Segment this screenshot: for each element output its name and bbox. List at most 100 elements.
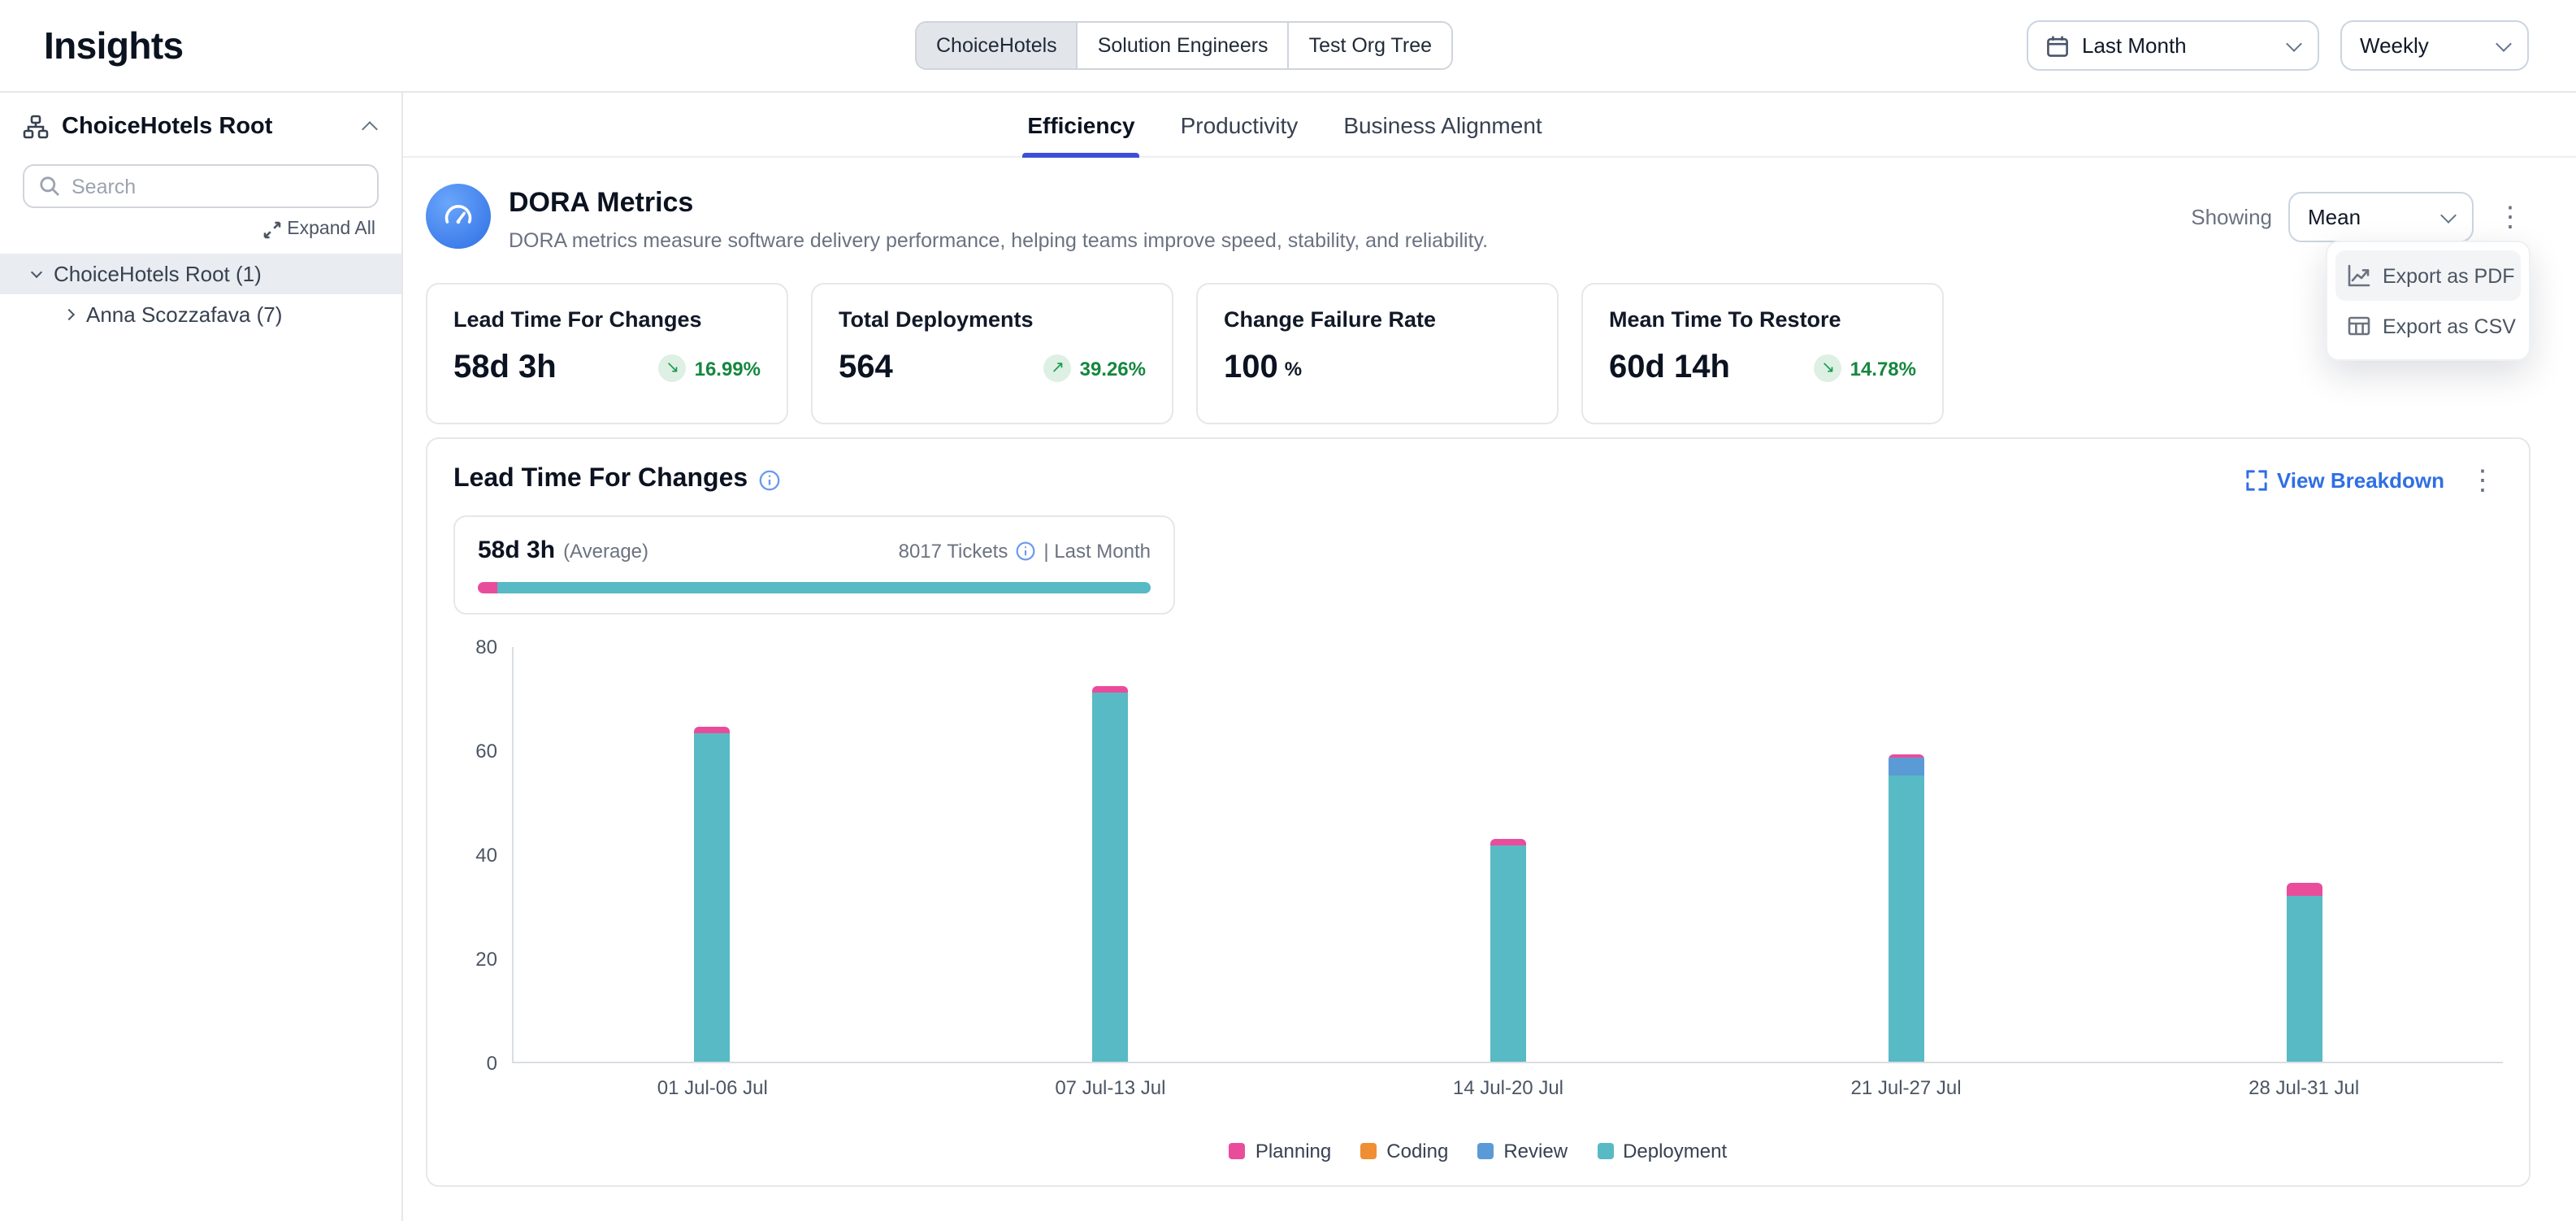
delta-text: 14.78% [1850,357,1916,380]
export-csv-label: Export as CSV [2383,315,2516,337]
org-tab-solution-engineers[interactable]: Solution Engineers [1078,23,1290,68]
granularity-select[interactable]: Weekly [2340,20,2529,71]
legend-swatch [1360,1143,1377,1159]
chevron-up-icon[interactable] [362,121,378,137]
bar-segment-review[interactable] [1889,758,1924,776]
metric-value: 58d 3h [453,350,557,387]
export-pdf-item[interactable]: Export as PDF [2335,250,2521,301]
metric-card-mean-time-to-restore[interactable]: Mean Time To Restore 60d 14h ↘ 14.78% [1581,283,1944,424]
bar-segment-planning[interactable] [1092,686,1128,693]
date-range-select[interactable]: Last Month [2027,20,2319,71]
export-menu: Export as PDF Export as CSV [2326,241,2530,361]
tree-item-anna-scozzafava[interactable]: Anna Scozzafava (7) [0,294,401,335]
metric-delta: ↘ 16.99% [659,354,761,382]
org-tab-test-org-tree[interactable]: Test Org Tree [1290,23,1451,68]
tickets-info: 8017 Tickets | Last Month [899,539,1151,562]
top-controls: Last Month Weekly [2027,20,2529,71]
bar-segment-deployment[interactable] [1889,776,1924,1062]
sidebar-root-title: ChoiceHotels Root [62,114,351,140]
bar-segment-planning[interactable] [1490,840,1526,846]
main-panel: Efficiency Productivity Business Alignme… [403,93,2576,1221]
bar-segment-deployment[interactable] [1092,693,1128,1062]
chevron-down-icon[interactable] [31,266,42,277]
bar-column[interactable]: 14 Jul-20 Jul [1309,647,1707,1062]
insights-app: Insights ChoiceHotels Solution Engineers… [0,0,2576,1221]
chart-kebab-menu[interactable]: ⋮ [2462,466,2503,493]
progress-segment-planning [478,582,498,593]
bar-column[interactable]: 21 Jul-27 Jul [1707,647,2105,1062]
tab-business-alignment[interactable]: Business Alignment [1338,99,1546,156]
info-icon[interactable] [1016,541,1035,560]
y-axis-tick: 80 [475,636,497,658]
search-input[interactable] [72,175,362,198]
x-axis-label: 14 Jul-20 Jul [1453,1076,1563,1099]
tab-productivity[interactable]: Productivity [1176,99,1303,156]
legend-item-deployment[interactable]: Deployment [1597,1140,1727,1162]
org-tab-choicehotels[interactable]: ChoiceHotels [917,23,1078,68]
date-range-value: Last Month [2082,33,2187,58]
info-icon[interactable] [759,469,780,490]
metric-card-lead-time[interactable]: Lead Time For Changes 58d 3h ↘ 16.99% [426,283,788,424]
view-breakdown-label: View Breakdown [2277,467,2444,492]
tab-efficiency[interactable]: Efficiency [1022,99,1139,156]
legend-swatch [1597,1143,1613,1159]
chart-card-actions: View Breakdown ⋮ [2246,466,2503,493]
tree-item-choicehotels-root[interactable]: ChoiceHotels Root (1) [0,254,401,294]
legend-item-coding[interactable]: Coding [1360,1140,1448,1162]
dora-controls: Showing Mean ⋮ [2191,192,2530,242]
sidebar-header[interactable]: ChoiceHotels Root [0,114,401,140]
tree-item-label: ChoiceHotels Root (1) [54,262,262,286]
table-icon [2347,314,2371,338]
bar-segment-deployment[interactable] [695,734,731,1062]
aggregation-value: Mean [2308,205,2361,229]
content-layout: ChoiceHotels Root Expand All [0,93,2576,1221]
progress-segment-deployment [498,582,1151,593]
stacked-bar[interactable] [1092,686,1128,1062]
metric-title: Total Deployments [839,307,1146,332]
metric-cards: Lead Time For Changes 58d 3h ↘ 16.99% To… [426,283,2530,424]
expand-all-link[interactable]: Expand All [262,219,375,239]
legend-swatch [1477,1143,1494,1159]
bar-segment-planning[interactable] [695,726,731,734]
metric-card-total-deployments[interactable]: Total Deployments 564 ↗ 39.26% [811,283,1173,424]
lead-time-chart-card: Lead Time For Changes View Break [426,437,2530,1187]
export-csv-item[interactable]: Export as CSV [2335,301,2521,351]
legend-item-planning[interactable]: Planning [1229,1140,1331,1162]
x-axis-label: 07 Jul-13 Jul [1055,1076,1165,1099]
legend-label: Planning [1255,1140,1331,1162]
metric-title: Lead Time For Changes [453,307,761,332]
bar-column[interactable]: 07 Jul-13 Jul [912,647,1310,1062]
bar-segment-deployment[interactable] [1490,845,1526,1062]
stacked-bar[interactable] [1490,840,1526,1062]
expand-all-row: Expand All [26,219,375,239]
stacked-bar[interactable] [2286,882,2322,1062]
view-breakdown-button[interactable]: View Breakdown [2246,467,2444,492]
chevron-right-icon[interactable] [63,309,75,320]
chevron-down-icon [2440,206,2457,223]
phase-progress-bar [478,582,1151,593]
page-title: Insights [44,24,184,67]
aggregation-select[interactable]: Mean [2288,192,2474,242]
metric-card-change-failure-rate[interactable]: Change Failure Rate 100 % [1196,283,1559,424]
stacked-bar[interactable] [1889,754,1924,1062]
legend-label: Coding [1386,1140,1448,1162]
sidebar-search[interactable] [23,164,379,208]
metric-value: 100 [1224,350,1278,387]
bar-segment-deployment[interactable] [2286,895,2322,1062]
delta-text: 16.99% [695,357,761,380]
metric-title: Mean Time To Restore [1609,307,1916,332]
bar-segment-planning[interactable] [2286,882,2322,895]
search-icon [39,176,60,197]
stacked-bar[interactable] [695,726,731,1062]
bar-column[interactable]: 01 Jul-06 Jul [514,647,912,1062]
x-axis-label: 01 Jul-06 Jul [657,1076,768,1099]
y-axis: 020406080 [463,647,512,1063]
main-tabs: Efficiency Productivity Business Alignme… [403,93,2576,158]
legend-item-review[interactable]: Review [1477,1140,1568,1162]
bar-column[interactable]: 28 Jul-31 Jul [2105,647,2503,1062]
dora-kebab-menu[interactable]: ⋮ [2490,203,2530,231]
expand-all-label: Expand All [287,219,375,239]
dora-heading-text: DORA Metrics DORA metrics measure softwa… [509,184,1488,252]
average-summary-card: 58d 3h (Average) 8017 Tickets | Last Mon… [453,515,1175,615]
metric-value: 564 [839,350,893,387]
